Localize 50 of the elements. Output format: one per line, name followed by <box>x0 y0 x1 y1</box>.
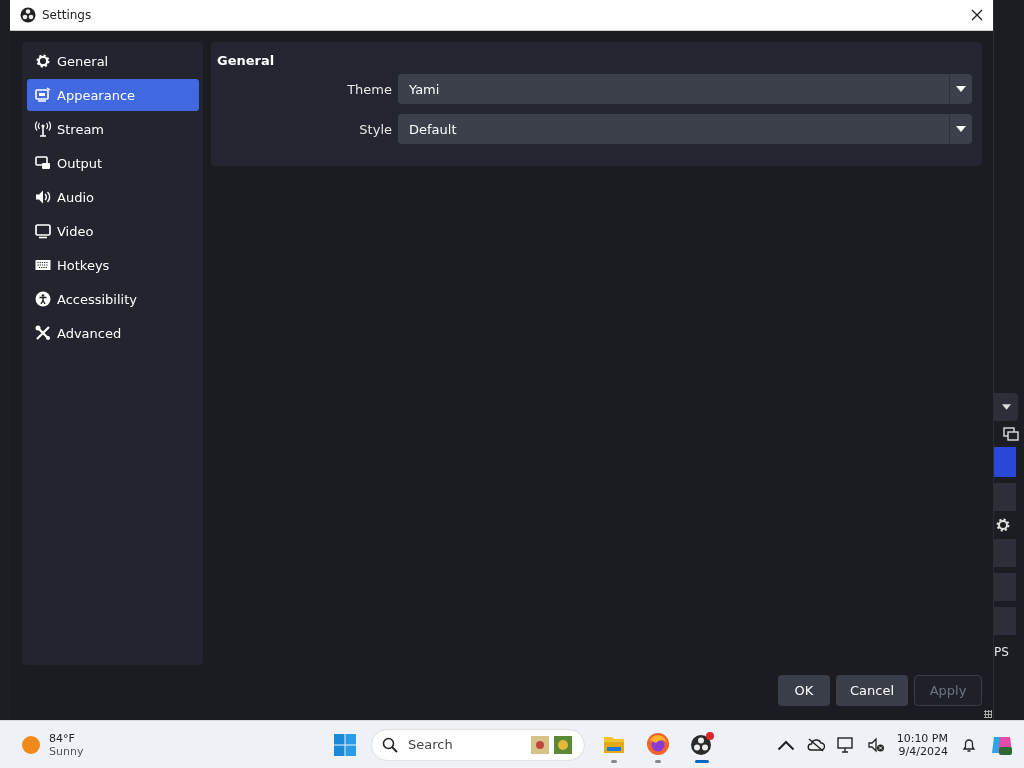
recording-app-icon[interactable] <box>690 732 714 756</box>
dropdown-arrow-icon <box>956 86 966 92</box>
sidebar-item[interactable]: Hotkeys <box>27 249 199 281</box>
monitor-icon <box>35 223 51 239</box>
search-bar[interactable]: Search <box>371 728 585 761</box>
resize-grip-icon[interactable] <box>984 710 992 718</box>
sidebar-item[interactable]: Video <box>27 215 199 247</box>
app-logo-icon <box>20 7 36 23</box>
bell-icon[interactable] <box>960 736 978 753</box>
window-title: Settings <box>42 8 93 22</box>
start-icon[interactable] <box>333 732 357 757</box>
dialog-button[interactable]: OK <box>778 675 830 706</box>
accessibility-icon <box>35 291 51 307</box>
clock-time[interactable]: 10:10 PM <box>896 731 948 745</box>
monitor-icon[interactable] <box>836 736 855 753</box>
muted-speaker-icon[interactable] <box>866 736 885 753</box>
sidebar-item[interactable]: Audio <box>27 181 199 213</box>
field-label: Theme <box>347 81 392 97</box>
dropdown-arrow-icon[interactable] <box>1001 404 1011 410</box>
sidebar-item[interactable]: Appearance <box>27 79 199 111</box>
gear-icon <box>35 53 51 69</box>
weather-text[interactable]: Sunny <box>49 744 84 758</box>
browser-icon[interactable] <box>646 732 670 756</box>
keyboard-icon <box>35 257 51 273</box>
monitor-brush-icon <box>35 87 51 103</box>
antenna-icon <box>35 121 51 137</box>
gear-icon[interactable] <box>995 517 1011 533</box>
dialog-button[interactable]: Cancel <box>836 675 908 706</box>
group-title: General <box>217 51 276 70</box>
dropdown-arrow-icon <box>956 126 966 132</box>
search-highlight-icon <box>530 734 574 755</box>
clock-date[interactable]: 9/4/2024 <box>898 744 948 758</box>
status-text: PS <box>994 645 1009 659</box>
sidebar-item[interactable]: Output <box>27 147 199 179</box>
cloud-icon[interactable] <box>806 736 825 753</box>
close-icon[interactable] <box>971 9 983 21</box>
sidebar-item[interactable]: Stream <box>27 113 199 145</box>
field-label: Style <box>359 121 392 137</box>
temperature-text[interactable]: 84°F <box>49 731 84 745</box>
speaker-icon <box>35 189 51 205</box>
search-icon <box>382 736 398 753</box>
tools-icon <box>35 325 51 341</box>
sidebar-item[interactable]: Accessibility <box>27 283 199 315</box>
sidebar-item[interactable]: Advanced <box>27 317 199 349</box>
screens-icon <box>35 155 51 171</box>
dropdown[interactable]: Default <box>398 114 972 144</box>
search-field[interactable]: Search <box>406 736 530 753</box>
windows-icon[interactable] <box>1003 427 1019 441</box>
dropdown[interactable]: Yami <box>398 74 972 104</box>
sidebar-item[interactable]: General <box>27 45 199 77</box>
